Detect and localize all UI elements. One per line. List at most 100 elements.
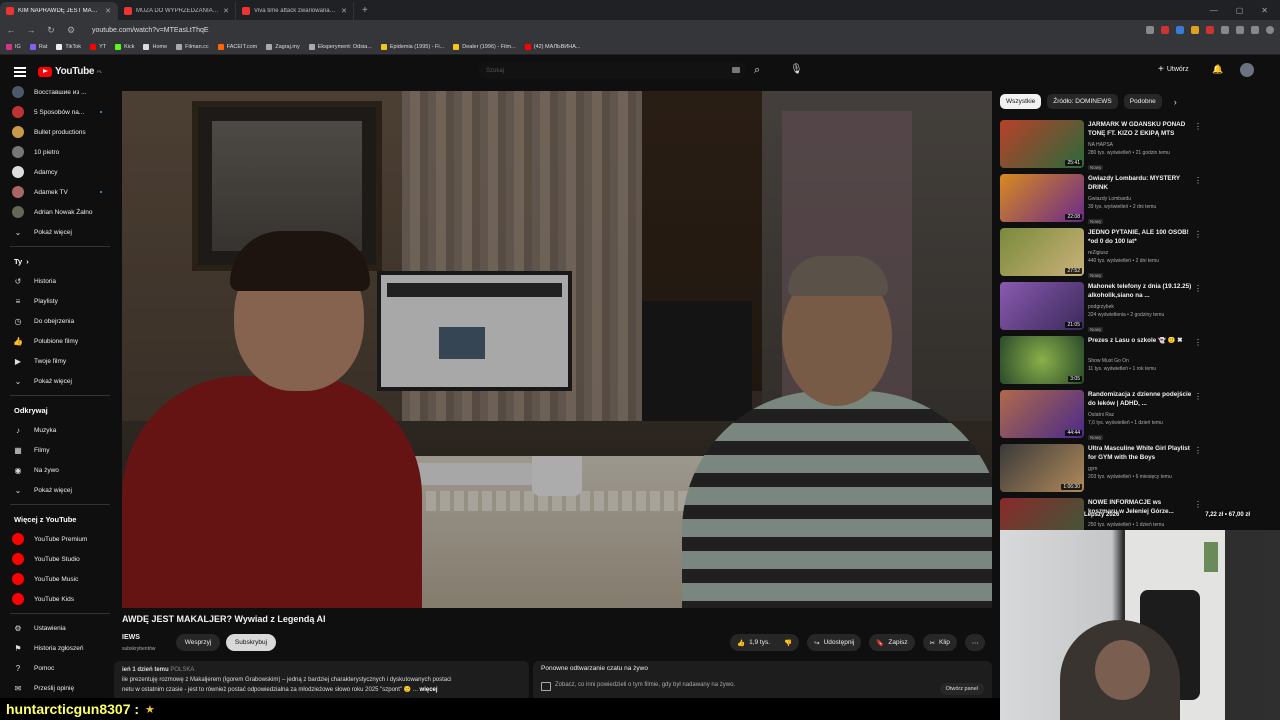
account-avatar[interactable] [1240, 63, 1254, 77]
more-vert-icon[interactable]: ⋮ [1194, 284, 1202, 293]
extension-icon[interactable] [1176, 26, 1184, 34]
site-info-icon[interactable]: ⚙ [66, 25, 76, 36]
save-button[interactable]: 🔖 Zapisz [869, 634, 915, 651]
bookmark[interactable]: Eksperyment: Odsia... [308, 44, 372, 50]
chip-similar[interactable]: Podobne [1123, 94, 1162, 109]
bookmark[interactable]: TikTok [56, 44, 81, 50]
bookmark[interactable]: IG [6, 44, 21, 50]
extension-icon[interactable] [1206, 26, 1214, 34]
profile-icon[interactable] [1266, 26, 1274, 34]
sidebar-item-premium[interactable]: YouTube Premium [0, 529, 120, 549]
open-panel-button[interactable]: Otwórz panel [939, 683, 984, 695]
bookmark[interactable]: Dealer (1996) - Film... [453, 44, 516, 50]
thumbs-down-icon[interactable]: 👎 [784, 639, 792, 647]
sidebar-item-watch-later[interactable]: ◷ Do obejrzenia [0, 311, 120, 331]
keyboard-icon[interactable] [732, 67, 740, 73]
more-vert-icon[interactable]: ⋮ [1194, 230, 1202, 239]
more-vert-icon[interactable]: ⋮ [1194, 446, 1202, 455]
extension-icon[interactable] [1146, 26, 1154, 34]
video-thumbnail[interactable] [1000, 498, 1084, 532]
youtube-logo[interactable]: YouTube PL [38, 66, 102, 77]
sidebar-subscription[interactable]: 10 pietro [0, 142, 120, 162]
notifications-bell-icon[interactable]: 🔔 [1212, 64, 1223, 75]
support-button[interactable]: Wesprzyj [176, 634, 220, 651]
close-tab-icon[interactable]: ✕ [105, 7, 111, 15]
chip-source[interactable]: Źródło: DOMINEWS [1047, 94, 1118, 109]
extension-icon[interactable] [1236, 26, 1244, 34]
recommendation-item[interactable]: 3:05 Prezes z Lasu o szkole 👻 🙂 ✖ Show M… [1000, 334, 1202, 388]
more-vert-icon[interactable]: ⋮ [1194, 392, 1202, 401]
sidebar-item-kids[interactable]: YouTube Kids [0, 589, 120, 609]
sidebar-subscription[interactable]: 5 Sposobów na... [0, 102, 120, 122]
sidebar-item-liked[interactable]: 👍 Polubione filmy [0, 331, 120, 351]
show-more-subscriptions[interactable]: ⌄ Pokaż więcej [0, 222, 120, 242]
bookmark[interactable]: Rat [29, 44, 47, 50]
show-more-description[interactable]: więcej [420, 687, 438, 693]
recommendation-item[interactable]: 21:05 Mahonek telefony z dnia (19.12.25)… [1000, 280, 1202, 334]
sidebar-item-playlists[interactable]: ≡ Playlisty [0, 291, 120, 311]
video-thumbnail[interactable]: 3:05 [1000, 336, 1084, 384]
video-thumbnail[interactable]: 25:41 [1000, 120, 1084, 168]
sidebar-item-movies[interactable]: ▦ Filmy [0, 440, 120, 460]
chevron-right-icon[interactable]: › [1174, 97, 1177, 107]
more-vert-icon[interactable]: ⋮ [1194, 338, 1202, 347]
microphone-icon[interactable]: 🎙 [790, 64, 803, 75]
bookmark[interactable]: YT [90, 44, 106, 50]
url-field[interactable]: youtube.com/watch?v=MTEasLtThqE [92, 27, 209, 34]
video-thumbnail[interactable]: 1:06:30 [1000, 444, 1084, 492]
bookmark[interactable]: FACEIT.com [217, 44, 257, 50]
extension-icon[interactable] [1161, 26, 1169, 34]
sidebar-item-help[interactable]: ? Pomoc [0, 658, 120, 678]
video-thumbnail[interactable]: 44:44 [1000, 390, 1084, 438]
sidebar-item-settings[interactable]: ⚙ Ustawienia [0, 618, 120, 638]
recommendation-item[interactable]: 1:06:30 Ultra Masculine White Girl Playl… [1000, 442, 1202, 496]
share-button[interactable]: ↪ Udostępnij [807, 634, 862, 651]
subscribe-button[interactable]: Subskrybuj [226, 634, 276, 651]
chip-all[interactable]: Wszystkie [1000, 94, 1042, 109]
recommendation-item[interactable]: 22:08 Gwiazdy Lombardu: MYSTERY DRINK Gw… [1000, 172, 1202, 226]
video-thumbnail[interactable]: 21:05 [1000, 282, 1084, 330]
new-tab-button[interactable]: + [354, 5, 376, 16]
browser-tab-2[interactable]: MUZA DO WYPRZEDZANIA BOEING✕ [118, 2, 236, 20]
sidebar-item-live[interactable]: ◉ Na żywo [0, 460, 120, 480]
sidebar-subscription[interactable]: Восставшие из ... [0, 82, 120, 102]
bookmark[interactable]: (42) МАЛЬВИНА... [524, 44, 580, 50]
show-more-explore[interactable]: ⌄ Pokaż więcej [0, 480, 120, 500]
minimize-icon[interactable]: — [1210, 6, 1218, 15]
bookmark[interactable]: Zagraj.my [266, 44, 300, 50]
more-actions-button[interactable]: ⋯ [964, 634, 986, 651]
sidebar-item-music[interactable]: ♪ Muzyka [0, 420, 120, 440]
close-tab-icon[interactable]: ✕ [223, 7, 229, 15]
reload-icon[interactable]: ↻ [46, 25, 56, 36]
video-thumbnail[interactable]: 22:08 [1000, 174, 1084, 222]
sidebar-item-report-history[interactable]: ⚑ Historia zgłoszeń [0, 638, 120, 658]
video-thumbnail[interactable]: 27:52 [1000, 228, 1084, 276]
forward-icon[interactable]: → [26, 25, 36, 35]
bookmark[interactable]: Home [143, 44, 167, 50]
sidebar-item-history[interactable]: ↺ Historia [0, 271, 120, 291]
maximize-icon[interactable]: ▢ [1236, 6, 1244, 15]
search-icon[interactable]: ⌕ [754, 64, 760, 77]
bookmark[interactable]: Epidemia (1995) - Fi... [380, 44, 444, 50]
extension-icon[interactable] [1251, 26, 1259, 34]
section-you-header[interactable]: Ty › [0, 251, 120, 271]
sidebar-subscription[interactable]: Adrian Nowak Żalno [0, 202, 120, 222]
recommendation-item[interactable]: 27:52 JEDNO PYTANIE, ALE 100 OSÓB! *od 0… [1000, 226, 1202, 280]
extension-icon[interactable] [1191, 26, 1199, 34]
recommendation-item[interactable]: 25:41 JARMARK W GDAŃSKU PONAD TONĘ FT. K… [1000, 118, 1202, 172]
sidebar-subscription[interactable]: Adamcy [0, 162, 120, 182]
create-button[interactable]: + Utwórz [1158, 64, 1189, 75]
browser-tab-1[interactable]: KIM NAPRAWDĘ JEST MAKALJER✕ [0, 2, 118, 20]
clip-button[interactable]: ✂ Klip [922, 634, 957, 651]
close-window-icon[interactable]: ✕ [1261, 6, 1268, 15]
search-input[interactable]: Szukaj [478, 62, 746, 79]
show-more-you[interactable]: ⌄ Pokaż więcej [0, 371, 120, 391]
sidebar-item-feedback[interactable]: ✉ Prześlij opinię [0, 678, 120, 698]
close-tab-icon[interactable]: ✕ [341, 7, 347, 15]
bookmark[interactable]: Kick [115, 44, 134, 50]
sidebar-item-music-app[interactable]: YouTube Music [0, 569, 120, 589]
back-icon[interactable]: ← [6, 25, 16, 35]
like-button[interactable]: 👍 1,9 tys. 👎 [730, 634, 800, 651]
sidebar-item-your-videos[interactable]: ▶ Twoje filmy [0, 351, 120, 371]
video-player[interactable] [122, 91, 992, 608]
